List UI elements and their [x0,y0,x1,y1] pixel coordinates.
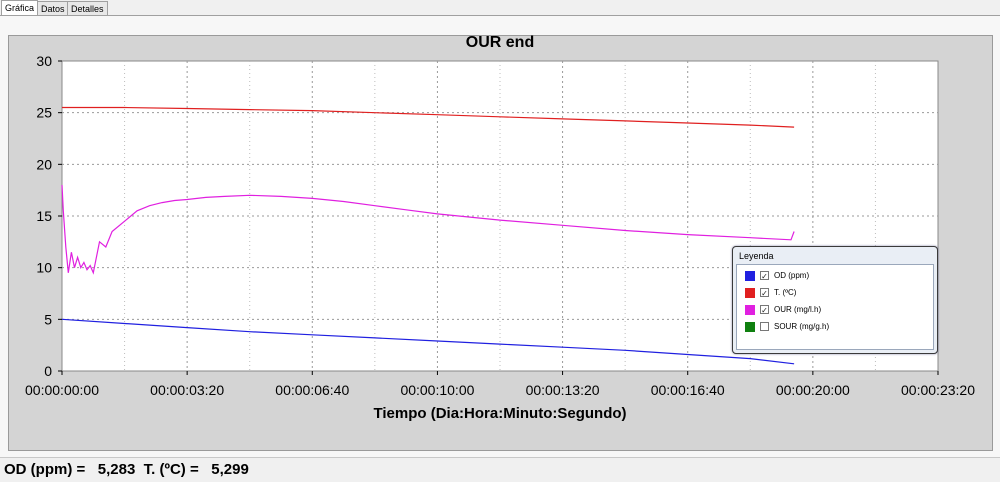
status-bar: OD (ppm) = 5,283 T. (ºC) = 5,299 [0,457,1000,482]
x-tick-label: 00:00:23:20 [901,382,975,398]
y-tick-label: 30 [36,53,52,69]
legend-swatch-sour [745,322,755,332]
line-chart: OUR end 0 5 10 15 20 25 30 00:00:00:00 00:00:03… [25,34,975,422]
legend-label-od: OD (ppm) [774,271,810,280]
y-tick-label: 25 [36,105,52,121]
x-tick-label: 00:00:10:00 [400,382,474,398]
legend-checkbox-od[interactable]: ✓ [760,271,769,281]
od-value: 5,283 [97,461,136,478]
x-tick-label: 00:00:16:40 [651,382,725,398]
t-value: 5,299 [211,461,249,478]
x-tick-label: 00:00:03:20 [150,382,224,398]
legend-checkbox-our[interactable]: ✓ [760,305,769,315]
x-axis-ticks: 00:00:00:00 00:00:03:20 00:00:06:40 00:00:1… [25,371,975,398]
legend-title: Leyenda [739,251,774,261]
legend-list: ✓ OD (ppm) ✓ T. (ºC) ✓ OUR (mg/l.h) SOUR… [736,264,934,350]
legend-checkbox-sour[interactable] [760,322,769,331]
legend-swatch-t [745,288,755,298]
od-label: OD (ppm) = [4,461,86,478]
legend-label-t: T. (ºC) [774,288,797,297]
y-tick-label: 5 [44,311,52,327]
legend-label-sour: SOUR (mg/g.h) [774,322,830,331]
y-tick-label: 15 [36,208,52,224]
t-label: T. (ºC) = [143,461,199,478]
y-tick-label: 20 [36,156,52,172]
y-tick-label: 10 [36,260,52,276]
x-tick-label: 00:00:13:20 [526,382,600,398]
x-tick-label: 00:00:00:00 [25,382,99,398]
chart-title: OUR end [466,34,534,51]
legend-swatch-od [745,271,755,281]
y-axis-ticks: 0 5 10 15 20 25 30 [36,53,62,379]
x-axis-label: Tiempo (Dia:Hora:Minuto:Segundo) [373,405,626,422]
legend-checkbox-t[interactable]: ✓ [760,288,769,298]
legend-swatch-our [745,305,755,315]
legend-panel[interactable]: Leyenda ✓ OD (ppm) ✓ T. (ºC) ✓ OUR (mg/l… [732,246,938,354]
x-tick-label: 00:00:06:40 [275,382,349,398]
x-tick-label: 00:00:20:00 [776,382,850,398]
y-tick-label: 0 [44,363,52,379]
legend-label-our: OUR (mg/l.h) [774,305,822,314]
